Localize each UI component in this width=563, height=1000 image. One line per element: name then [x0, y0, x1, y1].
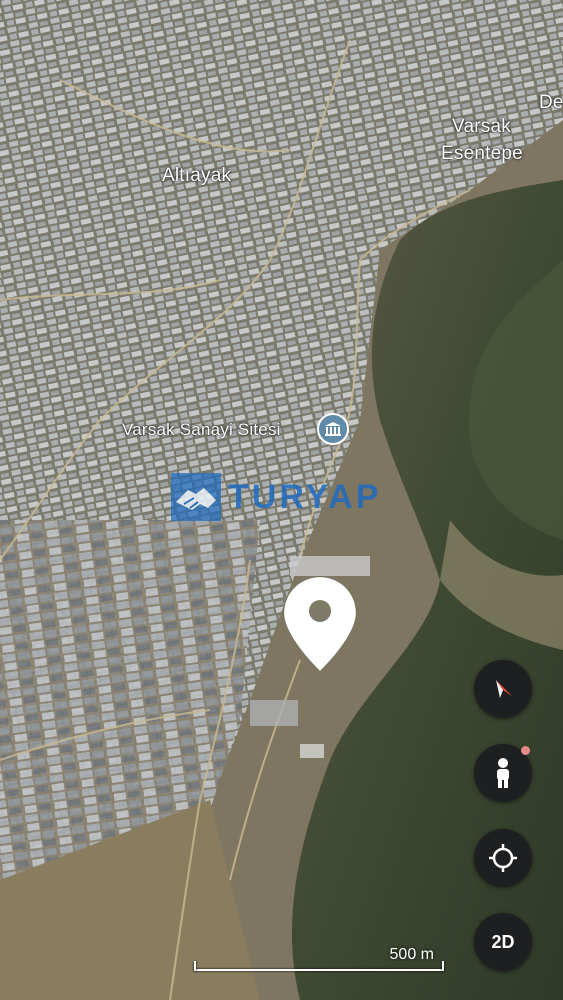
place-label-de[interactable]: De: [539, 92, 563, 114]
pegman-icon: [497, 758, 509, 788]
compass-icon: [496, 680, 512, 698]
my-location-button[interactable]: [474, 829, 532, 887]
scale-line: [194, 969, 444, 971]
notification-dot: [521, 746, 530, 755]
scale-bar: 500 m: [194, 946, 444, 976]
watermark-text: TURYAP: [228, 477, 382, 516]
turyap-watermark: TURYAP: [170, 472, 381, 522]
location-pin-icon[interactable]: [282, 575, 358, 673]
scale-tick-right: [442, 961, 444, 971]
handshake-icon: [171, 473, 221, 521]
compass-button[interactable]: [474, 660, 532, 718]
scale-tick-left: [194, 961, 196, 971]
place-label-altiayak[interactable]: Altıayak: [162, 165, 231, 187]
place-label-varsak-sanayi-sitesi[interactable]: Varsak Sanayi Sitesi: [122, 420, 281, 440]
street-view-button[interactable]: [474, 744, 532, 802]
scale-label: 500 m: [389, 946, 434, 963]
place-label-esentepe[interactable]: Esentepe: [441, 143, 523, 165]
place-label-varsak[interactable]: Varsak: [452, 116, 511, 138]
view-toggle-2d-button[interactable]: 2D: [474, 913, 532, 971]
government-building-icon[interactable]: [317, 413, 349, 445]
my-location-icon: [489, 844, 517, 872]
